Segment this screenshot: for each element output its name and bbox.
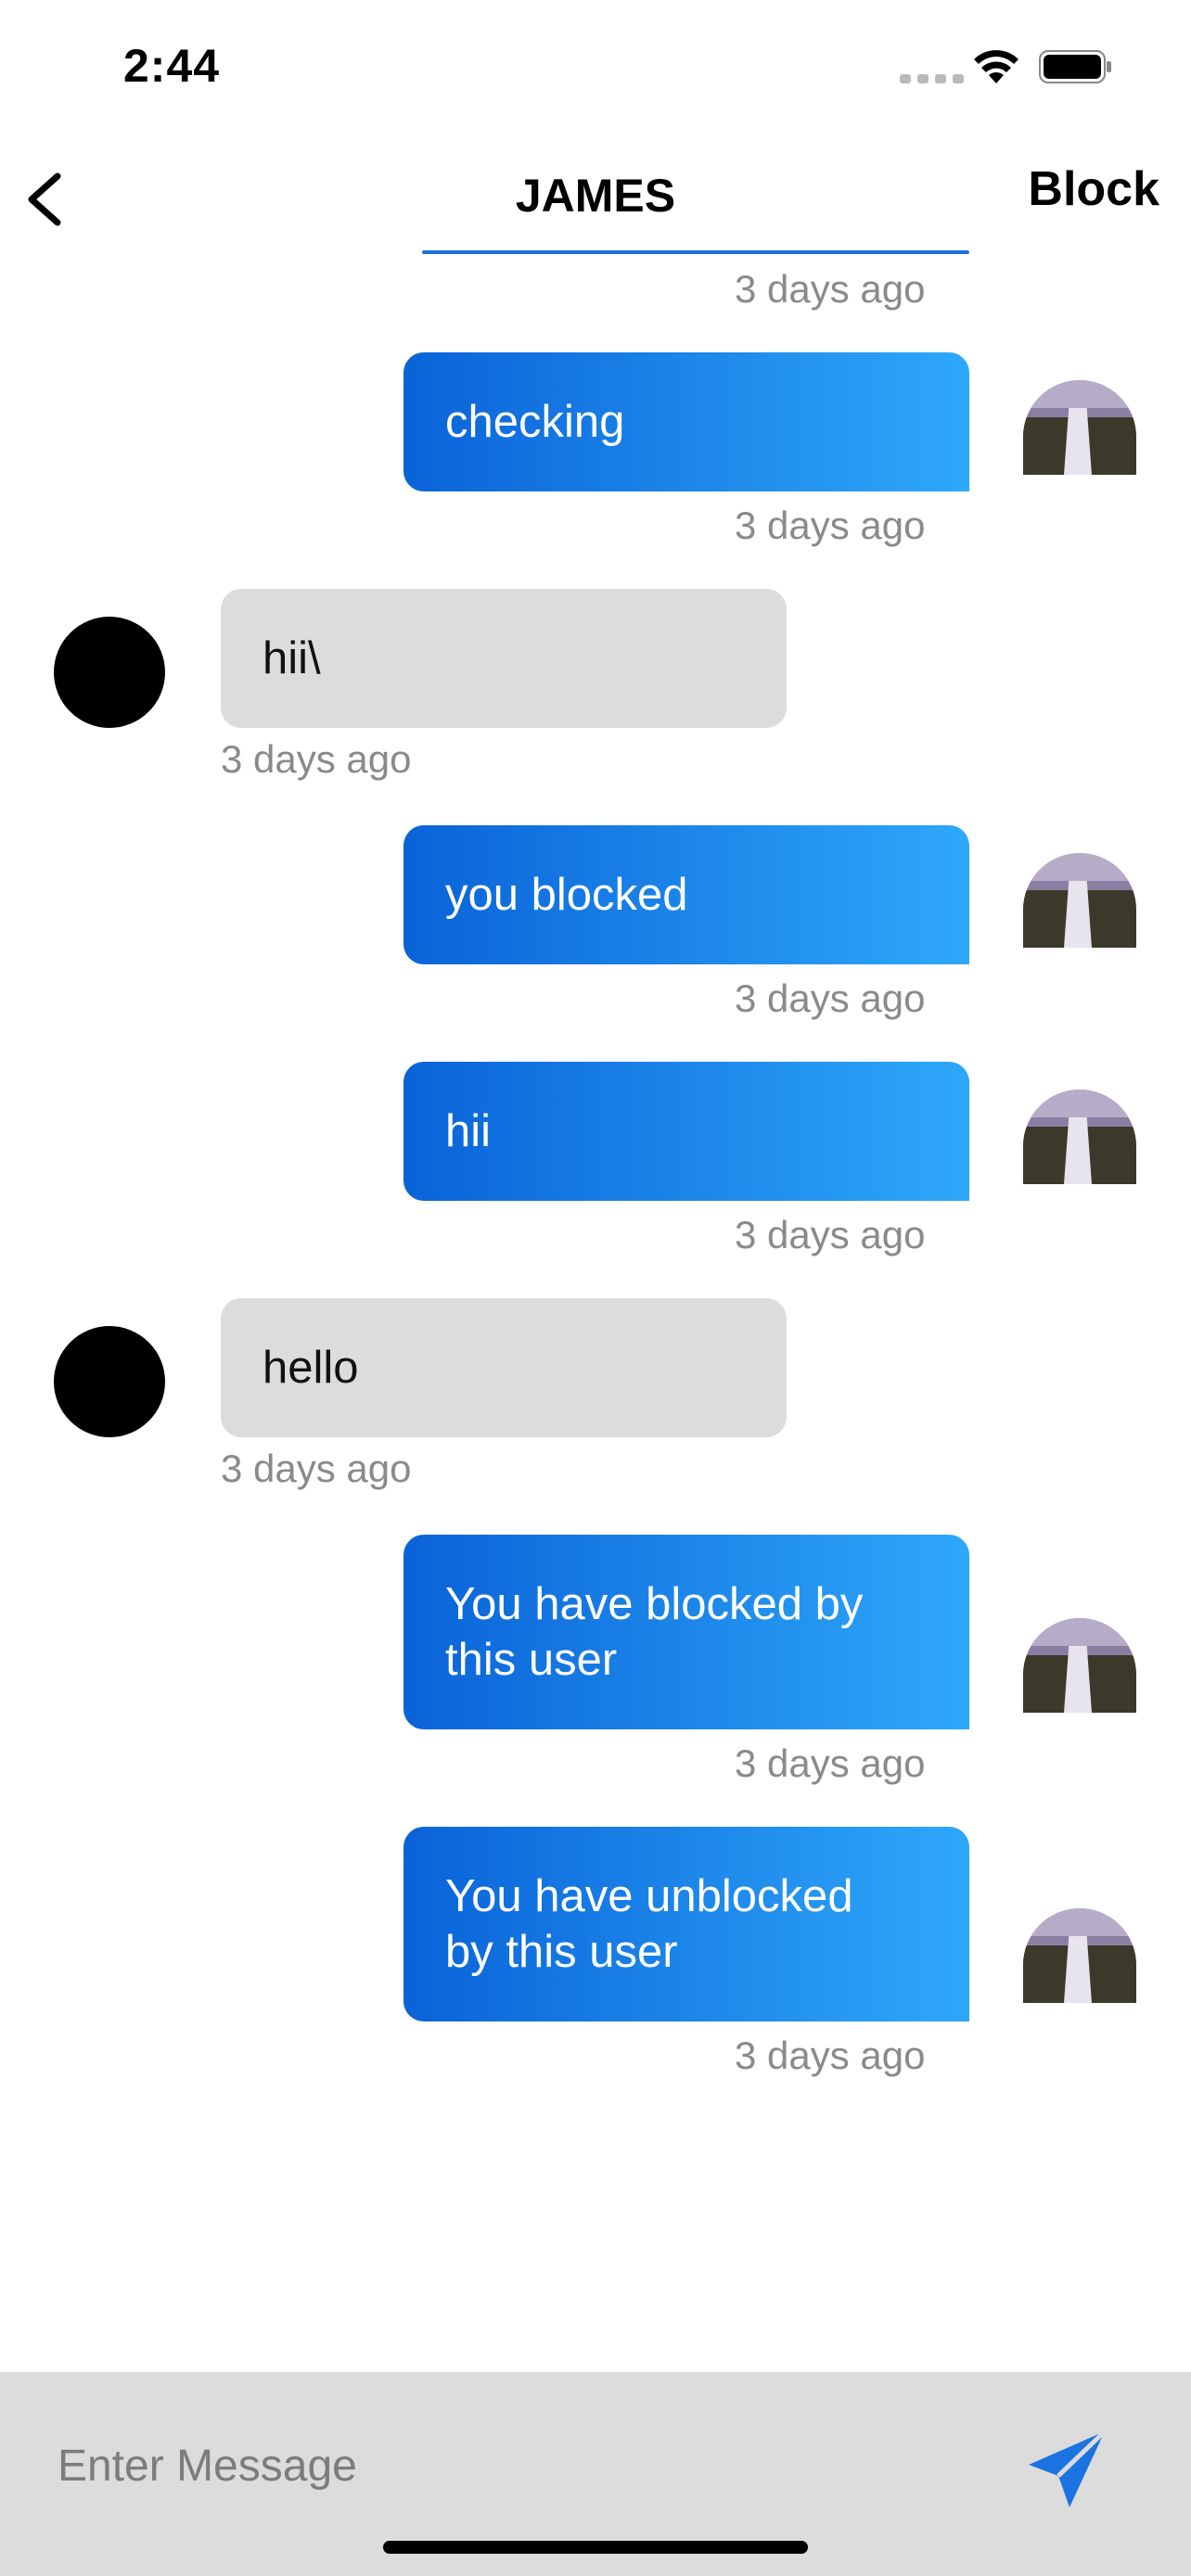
message-timestamp: 3 days ago — [735, 2034, 926, 2077]
message-timestamp: 3 days ago — [735, 1213, 926, 1256]
message-timestamp: 3 days ago — [735, 267, 926, 311]
outgoing-message: you blocked — [403, 825, 969, 964]
wifi-icon — [974, 50, 1018, 83]
avatar — [54, 617, 165, 728]
message-text: you blocked — [445, 870, 688, 920]
message-text: hii — [445, 1106, 492, 1156]
message-input[interactable] — [56, 2418, 968, 2513]
outgoing-message: You have blocked by this user — [403, 1535, 969, 1729]
page-title: JAMES — [515, 170, 676, 222]
avatar — [1023, 380, 1136, 475]
message-text: by this user — [445, 1927, 678, 1977]
avatar — [1023, 853, 1136, 948]
message-timestamp: 3 days ago — [221, 1447, 412, 1490]
incoming-message: hii\ — [221, 589, 787, 728]
send-icon[interactable] — [1025, 2428, 1108, 2511]
avatar — [1023, 1090, 1136, 1184]
message-text: hii\ — [263, 633, 321, 683]
chat-header: JAMES Block — [0, 130, 1191, 260]
avatar — [54, 1326, 165, 1437]
home-indicator — [383, 2541, 808, 2554]
outgoing-message: hii — [403, 1062, 969, 1201]
avatar — [1023, 1618, 1136, 1713]
status-bar: 2:44 — [0, 0, 1191, 130]
message-timestamp: 3 days ago — [221, 737, 412, 781]
message-text: checking — [445, 397, 625, 447]
block-button[interactable]: Block — [1028, 161, 1159, 217]
partial-message-edge — [422, 250, 969, 254]
battery-icon — [1039, 50, 1111, 83]
message-timestamp: 3 days ago — [735, 1741, 926, 1785]
message-text: You have blocked by — [445, 1579, 864, 1629]
avatar — [1023, 1908, 1136, 2003]
incoming-message: hello — [221, 1298, 787, 1437]
message-text: hello — [263, 1343, 359, 1393]
message-text: this user — [445, 1635, 618, 1685]
status-time: 2:44 — [123, 40, 221, 92]
cellular-icon — [900, 74, 964, 83]
outgoing-message: You have unblocked by this user — [403, 1827, 969, 2021]
message-timestamp: 3 days ago — [735, 504, 926, 547]
message-timestamp: 3 days ago — [735, 976, 926, 1020]
message-text: You have unblocked — [445, 1871, 853, 1921]
outgoing-message: checking — [403, 352, 969, 491]
